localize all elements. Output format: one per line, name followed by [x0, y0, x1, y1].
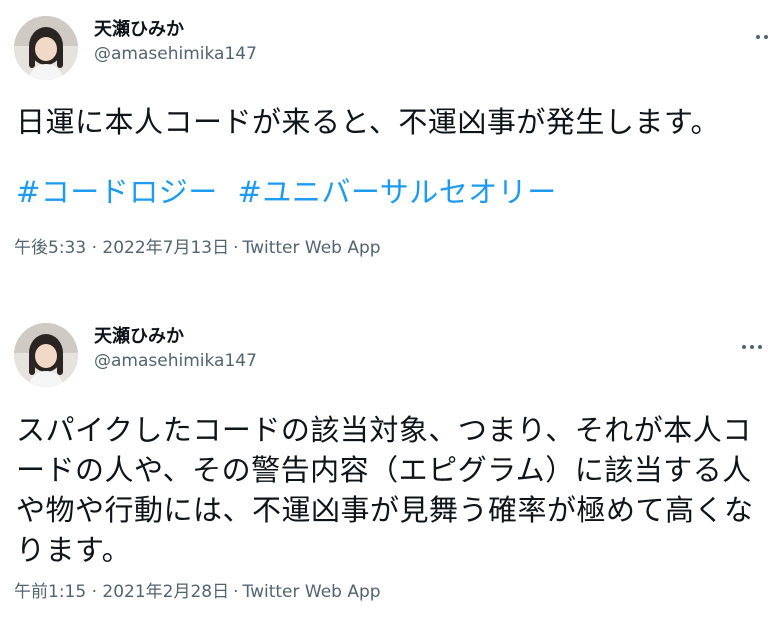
tweet-author[interactable]: 天瀬ひみか @amasehimika147 — [94, 18, 257, 66]
meta-separator: · — [233, 582, 239, 602]
user-handle[interactable]: @amasehimika147 — [94, 42, 257, 66]
tweet-timestamp[interactable]: 午前1:15 · 2021年2月28日 — [14, 582, 229, 602]
meta-separator: · — [233, 238, 239, 258]
tweet-author[interactable]: 天瀬ひみか @amasehimika147 — [94, 325, 257, 373]
tweet-source[interactable]: Twitter Web App — [243, 238, 381, 258]
tweet[interactable]: 天瀬ひみか @amasehimika147 スパイクしたコードの該当対象、つまり… — [0, 305, 768, 632]
tweet-source[interactable]: Twitter Web App — [243, 582, 381, 602]
tweet-timestamp[interactable]: 午後5:33 · 2022年7月13日 — [14, 238, 229, 258]
avatar[interactable] — [14, 323, 78, 387]
more-horizontal-icon[interactable] — [754, 25, 768, 49]
tweet-text: 日運に本人コードが来ると、不運凶事が発生します。 — [16, 105, 720, 139]
tweet-text: スパイクしたコードの該当対象、つまり、それが本人コードの人や、その警告内容（エピ… — [16, 413, 754, 567]
more-horizontal-icon[interactable] — [740, 335, 764, 359]
display-name[interactable]: 天瀬ひみか — [94, 18, 257, 42]
avatar-photo — [14, 323, 78, 387]
tweet-meta: 午前1:15 · 2021年2月28日 · Twitter Web App — [14, 580, 381, 604]
display-name[interactable]: 天瀬ひみか — [94, 325, 257, 349]
avatar-photo — [14, 16, 78, 80]
hashtag-link[interactable]: #ユニバーサルセオリー — [238, 175, 557, 209]
hashtag-list: #コードロジー #ユニバーサルセオリー — [16, 172, 557, 212]
tweet-meta: 午後5:33 · 2022年7月13日 · Twitter Web App — [14, 236, 381, 260]
avatar[interactable] — [14, 16, 78, 80]
tweet[interactable]: 天瀬ひみか @amasehimika147 日運に本人コードが来ると、不運凶事が… — [0, 0, 768, 290]
hashtag-link[interactable]: #コードロジー — [16, 175, 218, 209]
user-handle[interactable]: @amasehimika147 — [94, 349, 257, 373]
